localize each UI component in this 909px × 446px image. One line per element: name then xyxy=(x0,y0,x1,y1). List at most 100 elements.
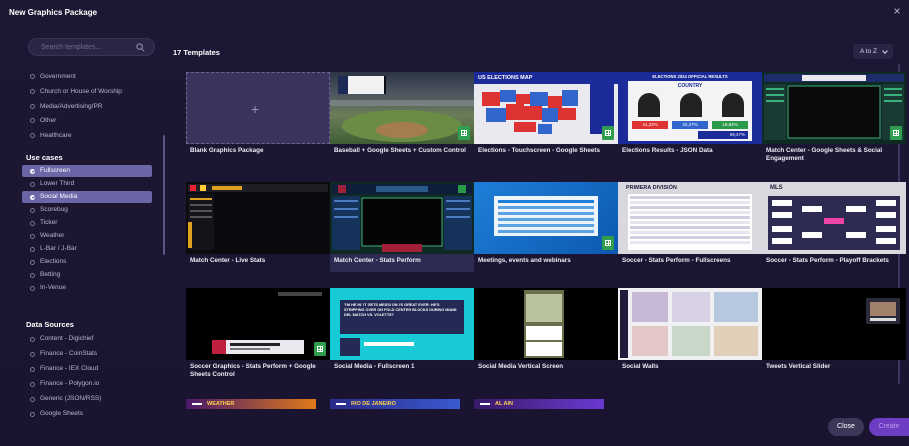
template-label: Social Media - Fullscreen 1 xyxy=(334,363,415,370)
source-label: Google Sheets xyxy=(40,410,84,417)
template-card-weather[interactable]: WEATHER xyxy=(186,399,316,409)
template-thumbnail xyxy=(762,288,906,360)
stats-perform-graphic xyxy=(332,184,472,252)
template-label: Social Walls xyxy=(622,363,659,370)
tweets-slider-graphic xyxy=(866,298,900,324)
template-label: Soccer - Stats Perform - Playoff Bracket… xyxy=(766,257,889,264)
radio-icon xyxy=(30,411,35,417)
sort-dropdown[interactable]: A to Z xyxy=(853,44,893,59)
google-sheets-icon xyxy=(458,126,470,140)
source-polygon[interactable]: Finance - Polygon.io xyxy=(22,377,152,391)
lower-third-graphic xyxy=(212,292,322,354)
template-thumbnail xyxy=(762,72,906,144)
source-generic[interactable]: Generic (JSON/RSS) xyxy=(22,392,152,406)
plus-icon: + xyxy=(251,101,260,117)
template-card-al-ain[interactable]: AL AIN xyxy=(474,399,604,409)
social-wall-graphic xyxy=(620,290,758,358)
filter-label: Fullscreen xyxy=(40,167,70,174)
template-thumbnail xyxy=(330,72,474,144)
filter-ticker[interactable]: Ticker xyxy=(22,217,152,229)
source-coinstats[interactable]: Finance - CoinStats xyxy=(22,347,152,361)
category-church[interactable]: Church or House of Worship xyxy=(22,85,162,99)
template-label: Baseball + Google Sheets + Custom Contro… xyxy=(334,147,466,154)
template-thumbnail: PRIMERA DIVISIÓN xyxy=(618,182,762,254)
template-thumbnail xyxy=(618,288,762,360)
category-media[interactable]: Media/Advertising/PR xyxy=(22,100,162,114)
template-card-soccer-fullscreens[interactable]: PRIMERA DIVISIÓN Soccer - Stats Perform … xyxy=(618,182,762,272)
template-thumbnail xyxy=(474,182,618,254)
search-icon xyxy=(136,43,145,52)
template-card-match-center-sheets[interactable]: Match Center - Google Sheets & Social En… xyxy=(762,72,906,162)
filter-weather[interactable]: Weather xyxy=(22,230,152,242)
result-pct: 32,27% xyxy=(672,121,708,129)
radio-icon xyxy=(30,366,35,372)
template-card-tweets-slider[interactable]: Tweets Vertical Slider xyxy=(762,288,906,378)
data-sources-title: Data Sources xyxy=(26,320,74,329)
filter-elections[interactable]: Elections xyxy=(22,256,152,268)
template-card-soccer-brackets[interactable]: MLS Soccer - Stats Perform - Playoff Bra… xyxy=(762,182,906,272)
close-button[interactable]: Close xyxy=(828,418,864,436)
template-thumbnail xyxy=(186,182,330,254)
result-pct: 41,22% xyxy=(632,121,668,129)
template-label: Blank Graphics Package xyxy=(190,147,264,154)
sidebar-scrollbar[interactable] xyxy=(163,135,165,255)
check-icon xyxy=(30,168,35,174)
create-button[interactable]: Create xyxy=(869,418,909,436)
filter-l-bar[interactable]: L-Bar / J-Bar xyxy=(22,243,152,255)
template-label: Soccer - Stats Perform - Fullscreens xyxy=(622,257,731,264)
category-government[interactable]: Government xyxy=(22,70,162,84)
category-label: Healthcare xyxy=(40,132,72,140)
filter-betting[interactable]: Betting xyxy=(22,269,152,281)
template-thumbnail: + xyxy=(186,72,330,144)
arrow-icon xyxy=(336,403,346,405)
social-avatar xyxy=(340,338,360,356)
template-card-social-fullscreen[interactable]: 'I'M HE IN' IT GETS MESSI ON I'S GREAT E… xyxy=(330,288,474,378)
filter-label: Lower Third xyxy=(40,180,75,187)
filter-lower-third[interactable]: Lower Third xyxy=(22,178,152,190)
close-icon[interactable]: × xyxy=(891,5,903,17)
map-sidebar-panel xyxy=(590,74,614,134)
templates-count: 17 Templates xyxy=(173,48,220,57)
template-thumbnail: US ELECTIONS MAP xyxy=(474,72,618,144)
template-card-social-walls[interactable]: Social Walls xyxy=(618,288,762,378)
filter-social-media[interactable]: Social Media xyxy=(22,191,152,203)
filter-scorebug[interactable]: Scorebug xyxy=(22,204,152,216)
source-label: Finance - CoinStats xyxy=(40,350,98,357)
category-other[interactable]: Other xyxy=(22,114,162,128)
template-card-elections-touchscreen[interactable]: US ELECTIONS MAP Elections - Touchscreen… xyxy=(474,72,618,162)
template-label: Social Media Vertical Screen xyxy=(478,363,564,370)
data-sources-list: Content - Digichief Finance - CoinStats … xyxy=(22,332,152,422)
search-input[interactable]: Search templates... xyxy=(28,38,155,56)
google-sheets-icon xyxy=(314,342,326,356)
template-card-elections-results[interactable]: ELECTIONS 2024 OFFICIAL RESULTS COUNTRY … xyxy=(618,72,762,162)
dialog-header: New Graphics Package × xyxy=(0,0,909,28)
template-label: Tweets Vertical Slider xyxy=(766,363,831,370)
source-google-sheets[interactable]: Google Sheets xyxy=(22,407,152,421)
arrow-icon xyxy=(192,403,202,405)
template-card-social-vertical[interactable]: Social Media Vertical Screen xyxy=(474,288,618,378)
template-card-rio[interactable]: RIO DE JANEIRO xyxy=(330,399,460,409)
template-card-meetings[interactable]: Meetings, events and webinars xyxy=(474,182,618,272)
radio-icon xyxy=(30,181,35,187)
template-card-blank[interactable]: + Blank Graphics Package xyxy=(186,72,330,162)
radio-icon xyxy=(30,233,35,239)
filter-label: L-Bar / J-Bar xyxy=(40,245,77,252)
template-card-soccer-graphics[interactable]: Soccer Graphics - Stats Perform + Google… xyxy=(186,288,330,378)
match-center-graphic xyxy=(764,74,904,140)
filter-fullscreen[interactable]: Fullscreen xyxy=(22,165,152,177)
template-card-baseball[interactable]: Baseball + Google Sheets + Custom Contro… xyxy=(330,72,474,162)
source-digichief[interactable]: Content - Digichief xyxy=(22,332,152,346)
result-total: 59,47% xyxy=(698,131,748,139)
radio-icon xyxy=(30,133,35,139)
template-thumbnail: ELECTIONS 2024 OFFICIAL RESULTS COUNTRY … xyxy=(618,72,762,144)
template-card-match-center-stats-perform[interactable]: Match Center - Stats Perform xyxy=(330,182,474,272)
filter-in-venue[interactable]: In-Venue xyxy=(22,282,152,294)
template-thumbnail: MLS xyxy=(762,182,906,254)
template-card-match-center-live[interactable]: Match Center - Live Stats xyxy=(186,182,330,272)
template-label: Match Center - Stats Perform xyxy=(334,257,421,264)
source-iex-cloud[interactable]: Finance - IEX Cloud xyxy=(22,362,152,376)
category-healthcare[interactable]: Healthcare xyxy=(22,129,162,143)
radio-icon xyxy=(30,220,35,226)
filter-label: Elections xyxy=(40,258,67,265)
candidate-avatar xyxy=(638,93,660,117)
